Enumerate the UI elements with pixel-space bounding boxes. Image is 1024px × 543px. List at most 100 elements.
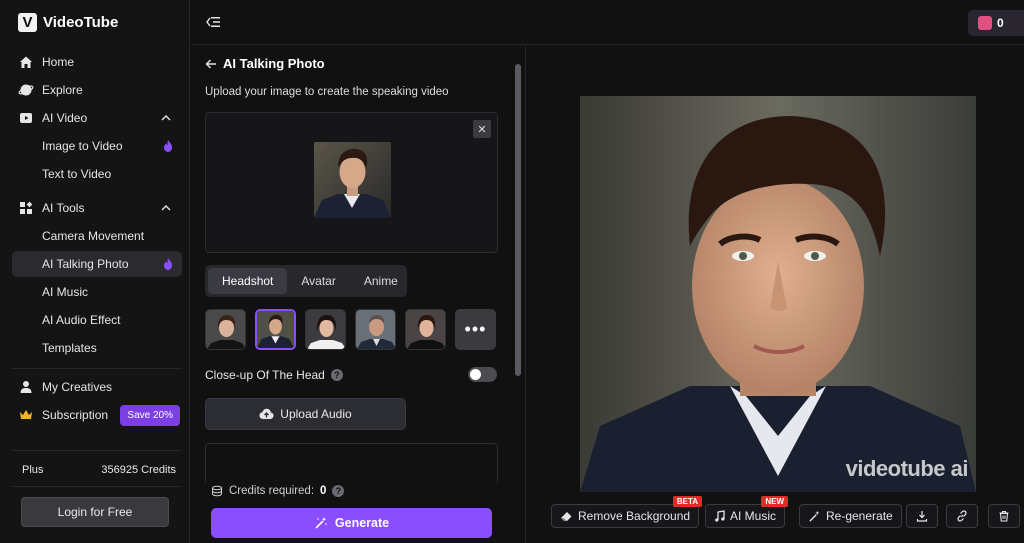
trash-icon [999,510,1009,522]
more-avatars-button[interactable]: ••• [455,309,496,350]
sidebar-item-camera-movement[interactable]: Camera Movement [12,223,182,249]
link-icon [957,510,967,522]
audio-area [205,443,498,483]
avatar-option[interactable] [205,309,246,350]
preset-avatars: ••• [205,309,496,350]
panel-scrollbar[interactable] [515,56,521,536]
portrait-image [314,142,391,218]
closeup-option: Close-up Of The Head ? [205,368,343,382]
home-icon [20,56,32,68]
sidebar-label: Home [42,55,75,69]
avatar-option-selected[interactable] [255,309,296,350]
coins-icon [212,485,222,497]
divider [12,486,182,487]
sidebar-item-ai-talking-photo[interactable]: AI Talking Photo [12,251,182,277]
brand[interactable]: V VideoTube [18,13,118,32]
plan-row: Plus 356925 Credits [22,464,176,476]
regenerate-button[interactable]: Re-generate [799,504,902,528]
fire-icon [164,258,172,270]
watermark: videotube ai [845,456,969,481]
closeup-toggle[interactable] [468,367,497,382]
explore-icon [18,84,34,96]
delete-button[interactable] [988,504,1020,528]
arrow-left-icon [205,59,216,68]
generate-label: Generate [334,516,390,530]
generated-result-image: videotube ai [580,96,976,492]
remove-background-label: Remove Background [578,509,691,523]
plan-name: Plus [22,464,44,476]
sidebar-label: Text to Video [42,167,112,181]
sidebar-item-templates[interactable]: Templates [12,335,182,361]
sidebar-item-ai-music[interactable]: AI Music [12,279,182,305]
back-link[interactable]: AI Talking Photo [205,56,325,71]
generate-button[interactable]: Generate [211,508,492,538]
sidebar-item-text-to-video[interactable]: Text to Video [12,161,182,187]
sidebar-label: Camera Movement [42,229,145,243]
save-badge[interactable]: Save 20% [120,405,180,426]
fire-icon [164,140,172,152]
sidebar-item-ai-video[interactable]: AI Video [12,105,182,131]
brand-logo: V [18,13,37,32]
sidebar-item-ai-audio-effect[interactable]: AI Audio Effect [12,307,182,333]
sidebar-label: Templates [42,341,97,355]
avatar-option[interactable] [355,309,396,350]
sidebar-label: AI Talking Photo [42,257,129,271]
tab-avatar[interactable]: Avatar [287,268,349,294]
chevron-up-icon [161,205,171,211]
credits-label: Credits required: [229,485,315,497]
tool-panel: AI Talking Photo Upload your image to cr… [191,46,526,543]
crown-icon [20,410,32,419]
gift-icon [978,16,992,30]
avatar-option[interactable] [405,309,446,350]
regenerate-label: Re-generate [826,509,893,523]
upload-audio-button[interactable]: Upload Audio [205,398,406,430]
scroll-thumb[interactable] [515,64,521,376]
video-icon [20,113,32,123]
avatar-option[interactable] [305,309,346,350]
sidebar-label: Image to Video [42,139,123,153]
download-button[interactable] [906,504,938,528]
plan-credits: 356925 Credits [101,464,176,476]
ai-music-button[interactable]: AI Music NEW [705,496,789,528]
chevron-up-icon [161,115,171,121]
sidebar-label: AI Video [42,111,88,125]
help-icon[interactable]: ? [330,369,343,381]
sidebar-item-image-to-video[interactable]: Image to Video [12,133,182,159]
sidebar-label: AI Tools [42,201,85,215]
uploaded-image-thumbnail [314,142,391,218]
image-upload-area[interactable]: ✕ [205,112,498,253]
copy-link-button[interactable] [946,504,978,528]
login-button[interactable]: Login for Free [21,497,169,527]
remove-background-button[interactable]: Remove Background BETA [551,496,703,528]
sidebar-label: My Creatives [42,380,113,394]
collapse-sidebar-icon[interactable] [205,15,221,29]
sidebar-item-explore[interactable]: Explore [12,77,182,103]
magic-wand-icon [809,510,820,522]
tab-anime[interactable]: Anime [350,268,412,294]
style-tabs: Headshot Avatar Anime [205,265,407,297]
tab-headshot[interactable]: Headshot [208,268,288,294]
panel-title: AI Talking Photo [223,56,325,71]
sidebar-item-subscription[interactable]: Subscription Save 20% [12,402,182,428]
tools-grid-icon [20,201,33,214]
credits-value: 0 [320,485,327,497]
sidebar-label: AI Music [42,285,89,299]
help-icon[interactable]: ? [332,485,345,497]
top-bar: 0 [191,0,1024,45]
cloud-upload-icon [259,408,274,419]
download-icon [916,511,928,522]
sidebar-item-my-creatives[interactable]: My Creatives [12,374,182,400]
portrait-result [580,96,976,492]
ai-music-label: AI Music [730,509,777,523]
closeup-label: Close-up Of The Head [205,368,325,382]
remove-image-button[interactable]: ✕ [473,120,491,138]
sidebar-label: Explore [42,83,83,97]
gift-badge[interactable]: 0 [968,10,1024,36]
sidebar-label: AI Audio Effect [42,313,121,327]
credits-required: Credits required: 0 ? [211,485,345,497]
beta-badge: BETA [672,496,703,507]
sidebar-item-ai-tools[interactable]: AI Tools [12,195,182,221]
sidebar: V VideoTube Home Explore AI Video Image … [0,0,190,543]
new-badge: NEW [761,496,789,507]
sidebar-item-home[interactable]: Home [12,49,182,75]
